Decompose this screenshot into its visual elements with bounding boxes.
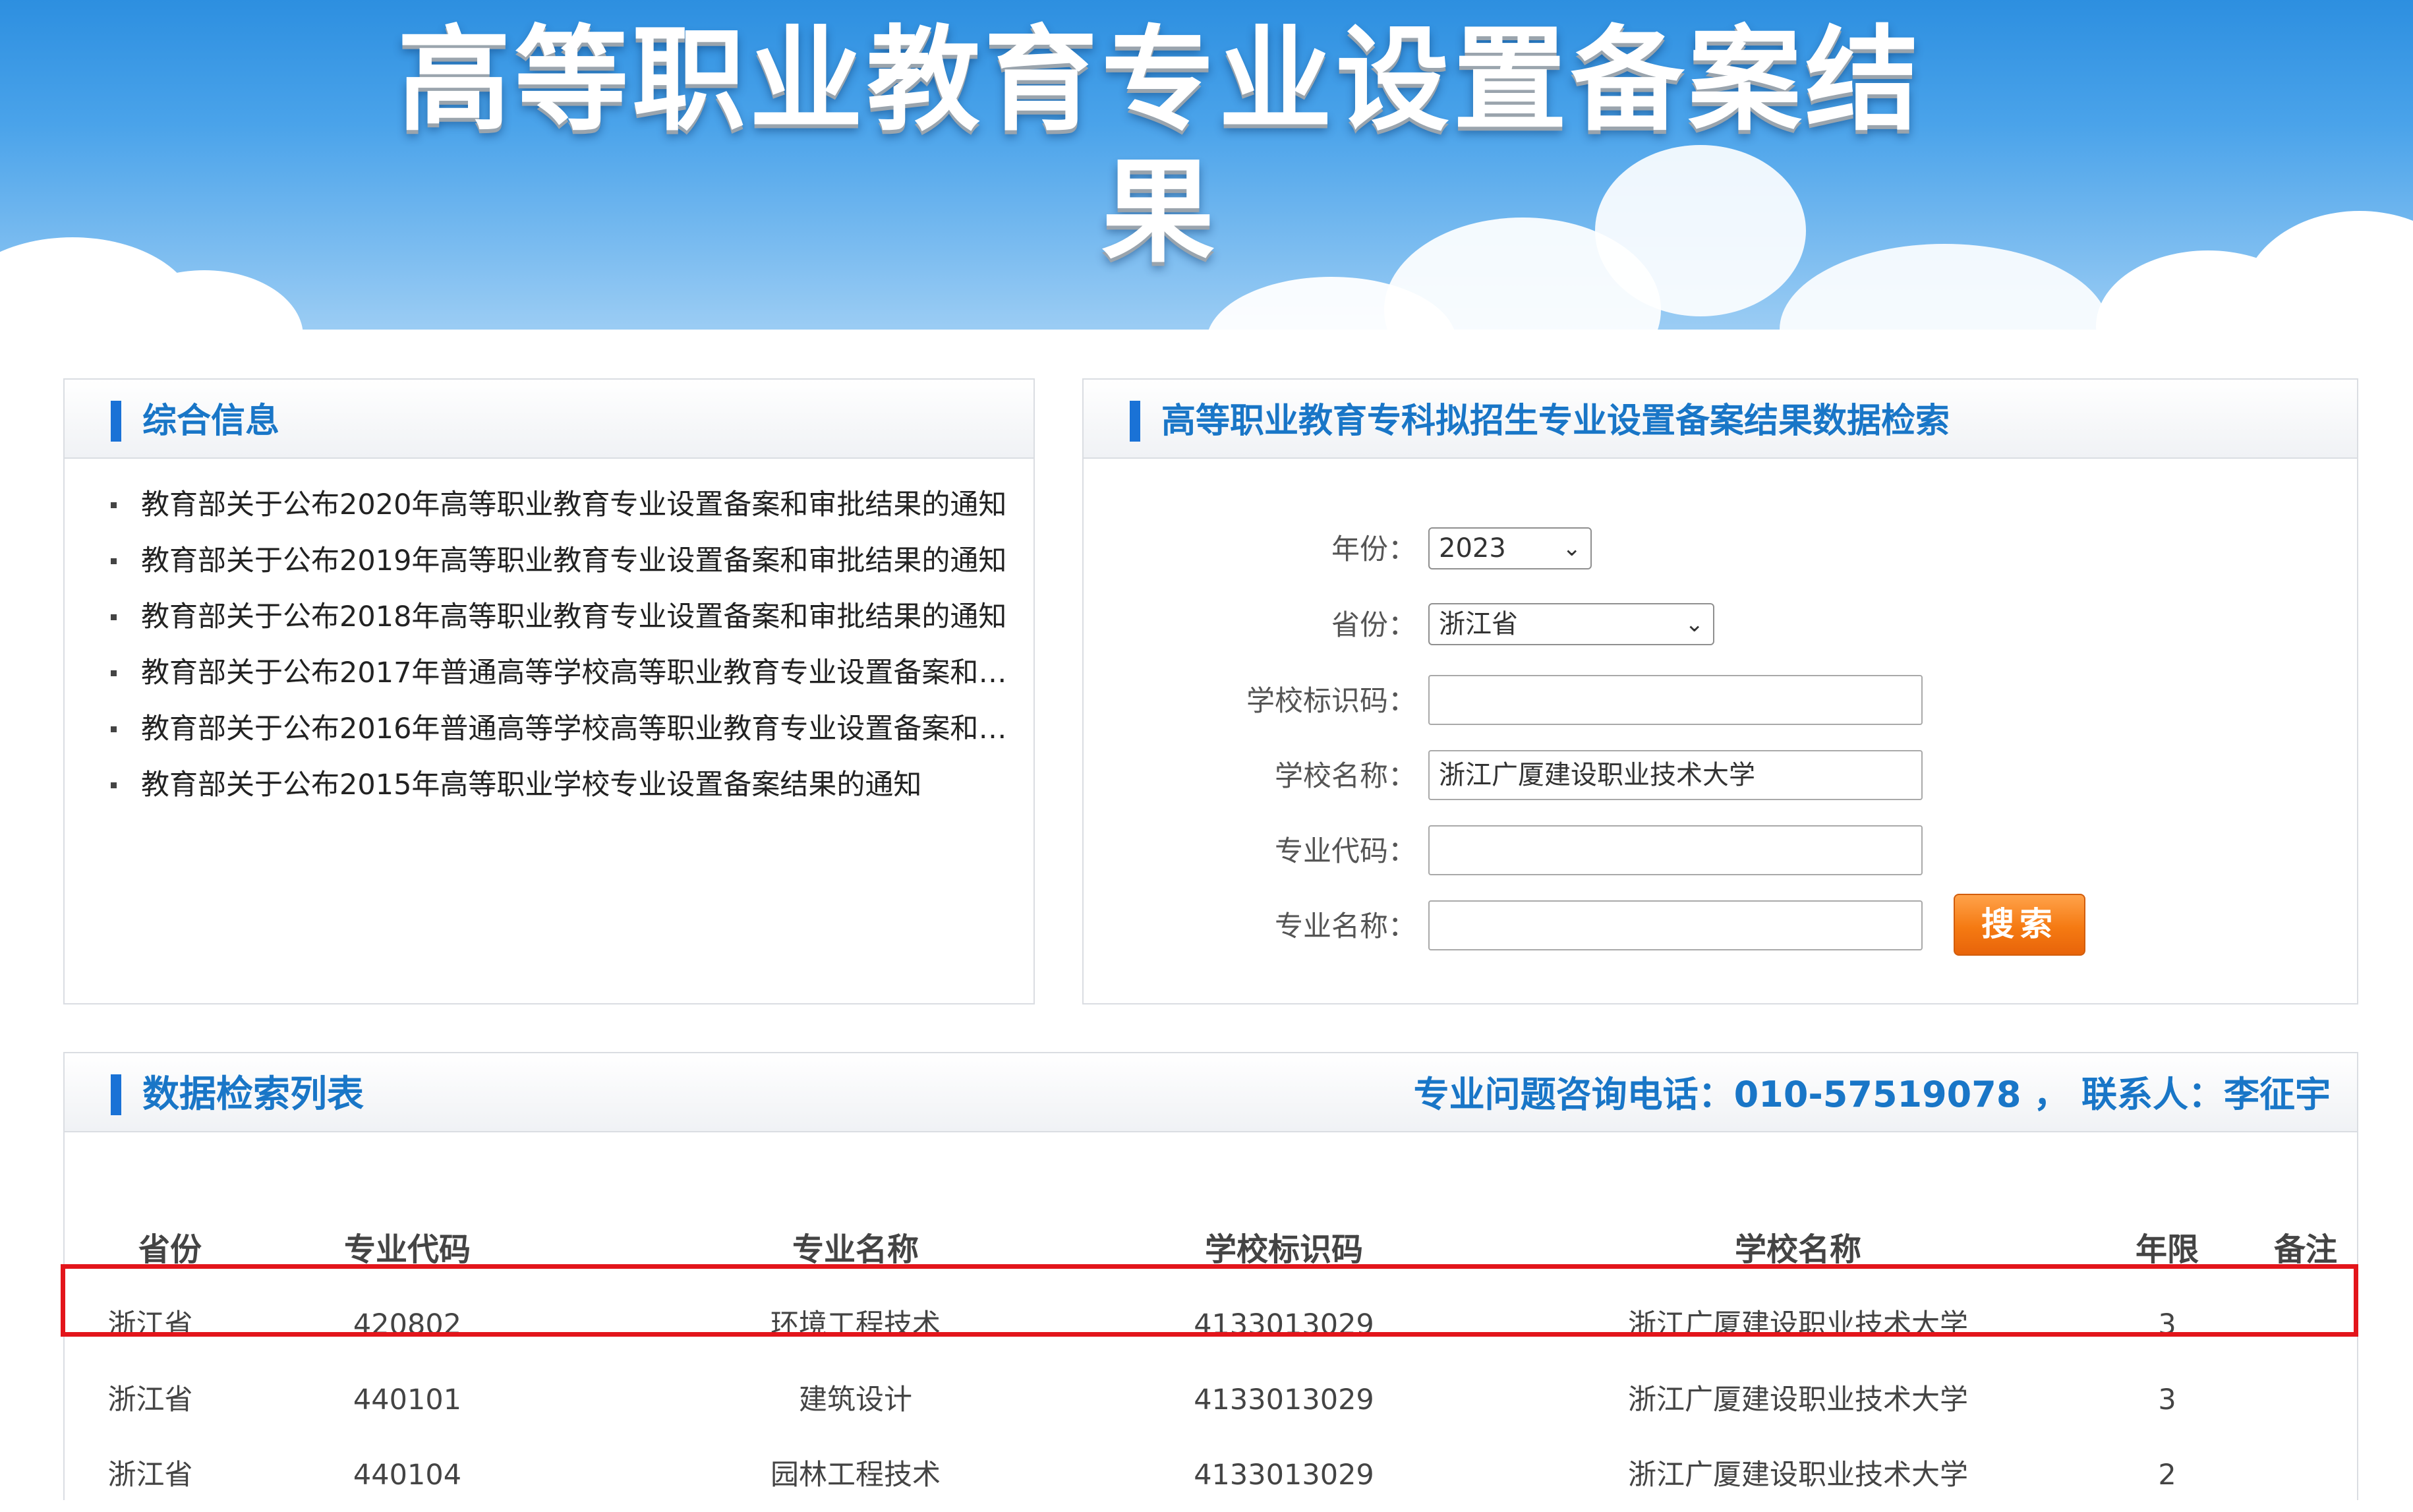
news-link-text: 教育部关于公布2018年高等职业教育专业设置备案和审批结果的通知 (141, 600, 1007, 633)
school-code-input[interactable] (1428, 675, 1923, 725)
cell-remark (2240, 1363, 2371, 1437)
search-panel-title: 高等职业教育专科拟招生专业设置备案结果数据检索 (1161, 401, 1950, 441)
bullet-icon (111, 558, 117, 564)
search-panel-header: 高等职业教育专科拟招生专业设置备案结果数据检索 (1084, 380, 2357, 459)
province-select-value: 浙江省 (1439, 609, 1518, 639)
chevron-down-icon: ⌄ (1562, 535, 1582, 562)
results-panel-header: 数据检索列表 专业问题咨询电话：010-57519078 ， 联系人：李征宇 (65, 1053, 2357, 1132)
info-panel: 综合信息 教育部关于公布2020年高等职业教育专业设置备案和审批结果的通知 教育… (63, 378, 1035, 1004)
news-link[interactable]: 教育部关于公布2020年高等职业教育专业设置备案和审批结果的通知 (111, 477, 1027, 533)
cell-major-name: 园林工程技术 (770, 1459, 941, 1492)
major-name-row: 专业名称： (1084, 900, 2356, 953)
bullet-icon (111, 782, 117, 788)
school-name-input[interactable]: 浙江广厦建设职业技术大学 (1428, 750, 1923, 800)
title-accent-bar (1130, 401, 1140, 442)
search-button[interactable]: 搜索 (1954, 894, 2085, 956)
results-panel-title: 数据检索列表 (142, 1073, 364, 1116)
school-name-label: 学校名称： (1275, 760, 1416, 793)
header-banner: 高等职业教育专业设置备案结果 (0, 0, 2413, 356)
cell-major-name: 建筑设计 (799, 1383, 912, 1416)
title-accent-bar (111, 401, 121, 442)
news-link-text: 教育部关于公布2015年高等职业学校专业设置备案结果的通知 (141, 769, 922, 801)
year-label: 年份： (1331, 533, 1416, 566)
news-link[interactable]: 教育部关于公布2016年普通高等学校高等职业教育专业设置备案和审… (111, 701, 1027, 757)
school-code-row: 学校标识码： (1084, 675, 2356, 728)
cell-major-code: 440101 (353, 1383, 462, 1416)
bullet-icon (111, 670, 117, 676)
news-link[interactable]: 教育部关于公布2018年高等职业教育专业设置备案和审批结果的通知 (111, 589, 1027, 645)
news-link-text: 教育部关于公布2020年高等职业教育专业设置备案和审批结果的通知 (141, 488, 1007, 521)
table-row[interactable]: 浙江省 440101 建筑设计 4133013029 浙江广厦建设职业技术大学 … (65, 1363, 2358, 1437)
title-accent-bar (111, 1074, 121, 1115)
news-link[interactable]: 教育部关于公布2019年高等职业教育专业设置备案和审批结果的通知 (111, 533, 1027, 589)
cell-years: 3 (2158, 1383, 2176, 1416)
year-select[interactable]: 2023 ⌄ (1428, 527, 1592, 569)
info-panel-title: 综合信息 (142, 401, 280, 441)
bullet-icon (111, 726, 117, 732)
major-code-label: 专业代码： (1275, 835, 1416, 868)
cell-remark (2240, 1438, 2371, 1512)
news-list: 教育部关于公布2020年高等职业教育专业设置备案和审批结果的通知 教育部关于公布… (111, 477, 1027, 813)
contact-info: 专业问题咨询电话：010-57519078 ， 联系人：李征宇 (1413, 1074, 2331, 1115)
year-select-value: 2023 (1439, 533, 1506, 564)
major-code-input[interactable] (1428, 825, 1923, 875)
info-panel-header: 综合信息 (65, 380, 1033, 459)
bullet-icon (111, 502, 117, 508)
cell-school-name: 浙江广厦建设职业技术大学 (1628, 1459, 1968, 1492)
search-panel: 高等职业教育专科拟招生专业设置备案结果数据检索 年份： 2023 ⌄ 省份： 浙… (1082, 378, 2358, 1004)
province-select[interactable]: 浙江省 ⌄ (1428, 603, 1714, 645)
news-link[interactable]: 教育部关于公布2017年普通高等学校高等职业教育专业设置备案和审… (111, 645, 1027, 701)
news-link-text: 教育部关于公布2017年普通高等学校高等职业教育专业设置备案和审… (141, 656, 1027, 689)
cell-school-code: 4133013029 (1194, 1383, 1374, 1416)
banner-title: 高等职业教育专业设置备案结果 (397, 14, 1923, 278)
table-row[interactable]: 浙江省 440104 园林工程技术 4133013029 浙江广厦建设职业技术大… (65, 1438, 2358, 1512)
major-name-input[interactable] (1428, 900, 1923, 950)
year-row: 年份： 2023 ⌄ (1084, 523, 2356, 576)
school-name-row: 学校名称： 浙江广厦建设职业技术大学 (1084, 750, 2356, 803)
cell-major-code: 440104 (353, 1459, 462, 1492)
cell-province: 浙江省 (107, 1383, 193, 1416)
cell-school-name: 浙江广厦建设职业技术大学 (1628, 1383, 1968, 1416)
school-code-label: 学校标识码： (1246, 685, 1416, 718)
cell-school-code: 4133013029 (1194, 1459, 1374, 1492)
news-link-text: 教育部关于公布2019年高等职业教育专业设置备案和审批结果的通知 (141, 544, 1007, 577)
cell-province: 浙江省 (107, 1459, 193, 1492)
major-code-row: 专业代码： (1084, 825, 2356, 878)
province-label: 省份： (1331, 609, 1416, 642)
bullet-icon (111, 614, 117, 620)
news-link-text: 教育部关于公布2016年普通高等学校高等职业教育专业设置备案和审… (141, 712, 1027, 745)
major-name-label: 专业名称： (1275, 910, 1416, 943)
highlight-box (61, 1264, 2358, 1337)
chevron-down-icon: ⌄ (1685, 611, 1704, 637)
news-link[interactable]: 教育部关于公布2015年高等职业学校专业设置备案结果的通知 (111, 757, 1027, 813)
cell-years: 2 (2158, 1459, 2176, 1492)
province-row: 省份： 浙江省 ⌄ (1084, 599, 2356, 652)
